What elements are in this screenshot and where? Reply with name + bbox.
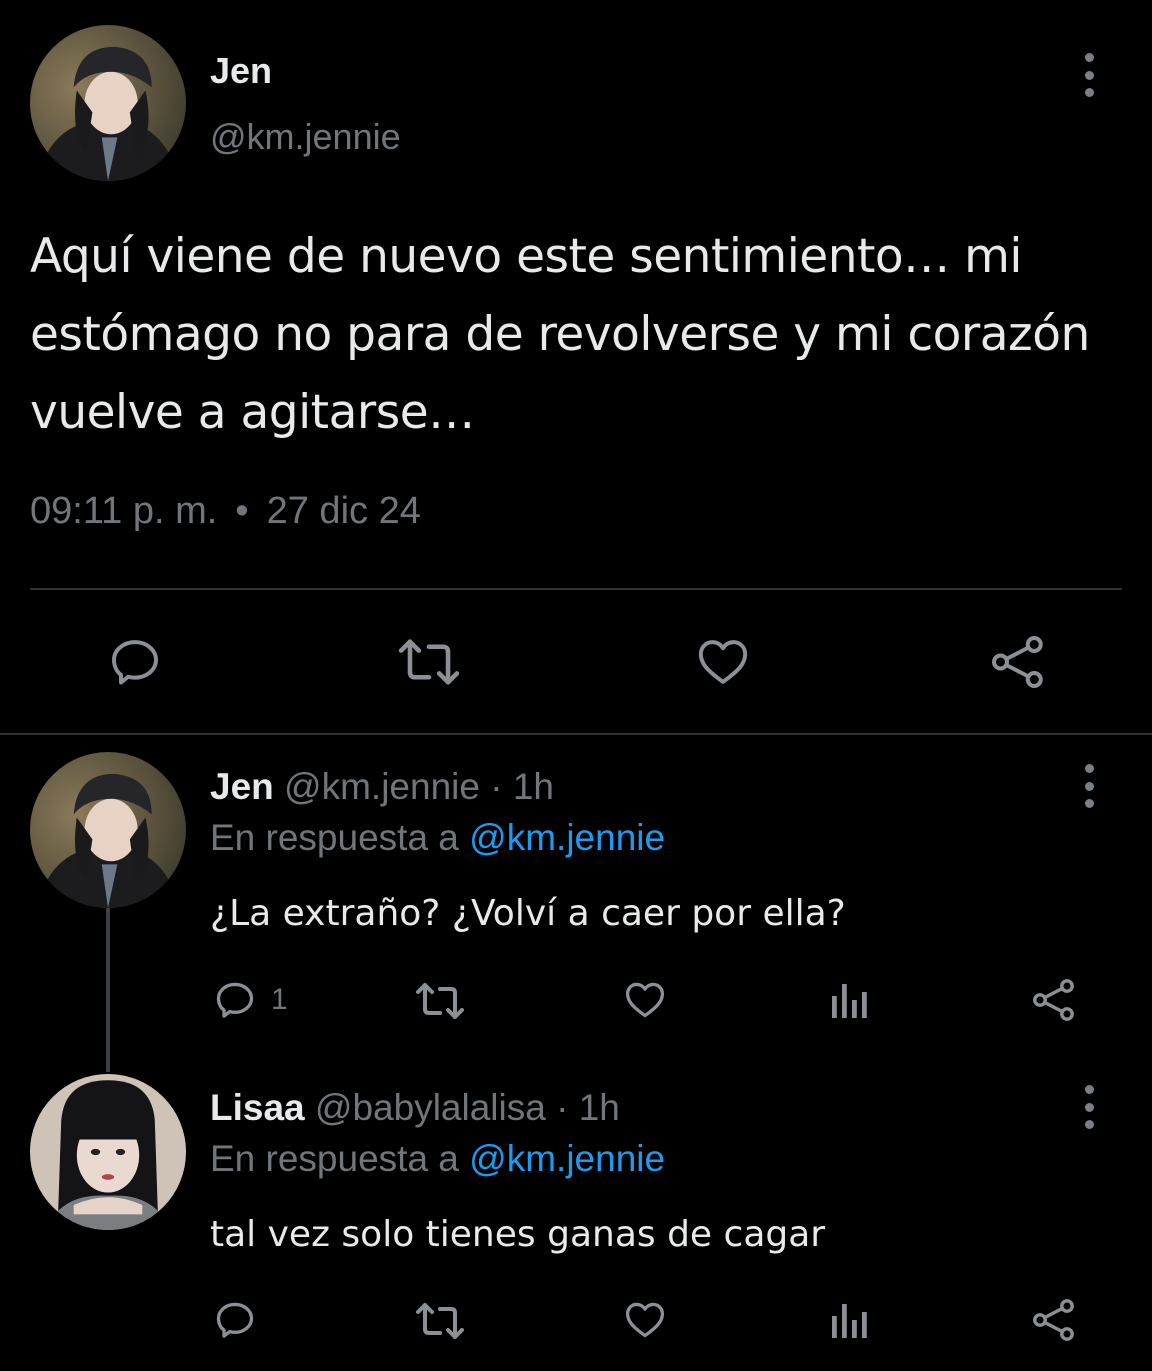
reply-icon[interactable] <box>106 634 164 690</box>
avatar-jen[interactable] <box>30 25 186 181</box>
like-icon[interactable] <box>694 634 752 690</box>
reply-count: 1 <box>271 983 288 1016</box>
retweet-icon[interactable] <box>396 636 462 688</box>
reply-header: Jen @km.jennie · 1h <box>210 766 554 808</box>
reply-text: ¿La extraño? ¿Volví a caer por ella? <box>210 893 846 934</box>
reply-header: Lisaa @babylalalisa · 1h <box>210 1087 620 1129</box>
avatar-jen-reply[interactable] <box>30 752 186 908</box>
share-icon[interactable] <box>988 632 1048 692</box>
reply-prefix: En respuesta a <box>210 1138 459 1179</box>
views-icon[interactable] <box>830 1300 870 1340</box>
avatar-lisaa[interactable] <box>30 1074 186 1230</box>
reply-context: En respuesta a @km.jennie <box>210 1138 665 1180</box>
retweet-icon[interactable] <box>414 1301 466 1341</box>
avatar-jen-image <box>30 25 186 181</box>
retweet-icon[interactable] <box>414 981 466 1021</box>
reply-prefix: En respuesta a <box>210 817 459 858</box>
reply-icon[interactable] <box>213 978 257 1022</box>
avatar-jen-reply-image <box>30 752 186 908</box>
reply-text: tal vez solo tienes ganas de cagar <box>210 1214 826 1255</box>
share-icon[interactable] <box>1030 976 1078 1024</box>
tweet-timestamp: 09:11 p. m. • 27 dic 24 <box>30 490 421 533</box>
tweet-text: Aquí viene de nuevo este sentimiento… mi… <box>30 229 1090 440</box>
avatar-lisaa-image <box>30 1074 186 1230</box>
reply-author-name[interactable]: Lisaa <box>210 1087 305 1128</box>
views-icon[interactable] <box>830 980 870 1020</box>
reply-author-name[interactable]: Jen <box>210 766 274 807</box>
tweet-time: 09:11 p. m. <box>30 490 218 532</box>
like-icon[interactable] <box>622 1298 668 1342</box>
reply-context: En respuesta a @km.jennie <box>210 817 665 859</box>
author-name[interactable]: Jen <box>210 50 272 92</box>
share-icon[interactable] <box>1030 1296 1078 1344</box>
reply-age: · 1h <box>490 766 555 807</box>
reply-icon[interactable] <box>213 1298 257 1342</box>
thread-line <box>106 908 110 1072</box>
tweet-date: 27 dic 24 <box>266 490 421 532</box>
more-options-icon[interactable] <box>1079 764 1099 808</box>
author-handle[interactable]: @km.jennie <box>210 116 401 158</box>
reply-mention-link[interactable]: @km.jennie <box>469 817 665 858</box>
reply-age: · 1h <box>556 1087 620 1128</box>
like-icon[interactable] <box>622 978 668 1022</box>
section-divider <box>0 733 1152 735</box>
more-options-icon[interactable] <box>1079 53 1099 97</box>
reply-author-handle[interactable]: @babylalalisa <box>315 1087 546 1128</box>
reply-author-handle[interactable]: @km.jennie <box>284 766 480 807</box>
more-options-icon[interactable] <box>1079 1085 1099 1129</box>
meta-separator: • <box>235 490 249 532</box>
reply-mention-link[interactable]: @km.jennie <box>469 1138 665 1179</box>
tweet-divider <box>30 588 1122 590</box>
